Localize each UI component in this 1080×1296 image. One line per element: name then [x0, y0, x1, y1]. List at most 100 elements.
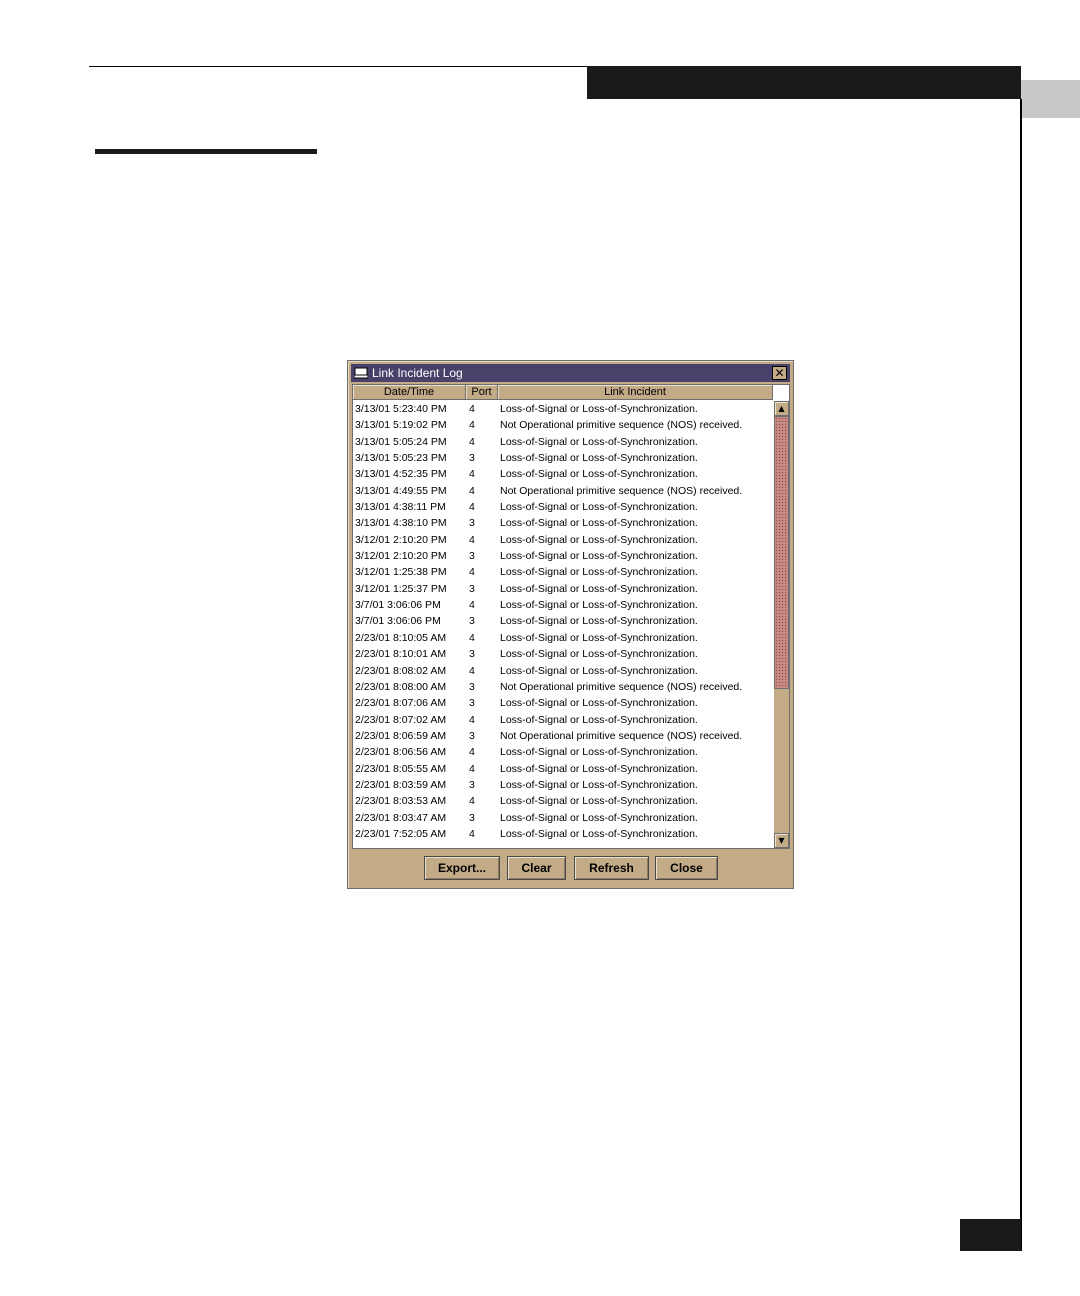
column-header-port[interactable]: Port [466, 385, 498, 400]
cell-port: 4 [469, 795, 475, 808]
export-button[interactable]: Export... [424, 856, 500, 880]
clear-button[interactable]: Clear [507, 856, 566, 880]
cell-port: 4 [469, 484, 475, 497]
table-row[interactable]: 3/13/01 5:23:40 PM 4 Loss-of-Signal or Los… [353, 401, 773, 417]
cell-incident: Loss-of-Signal or Loss-of-Synchronizatio… [500, 403, 698, 415]
cell-port: 3 [469, 517, 475, 530]
cell-incident: Loss-of-Signal or Loss-of-Synchronizatio… [500, 501, 698, 514]
cell-datetime: 3/13/01 4:38:10 PM [355, 517, 447, 530]
cell-incident: Loss-of-Signal or Loss-of-Synchronizatio… [500, 795, 698, 808]
table-row[interactable]: 2/23/01 8:08:02 AM 4 Loss-of-Signal or Los… [353, 663, 773, 679]
cell-incident: Loss-of-Signal or Loss-of-Synchronizatio… [500, 468, 698, 481]
refresh-button[interactable]: Refresh [574, 856, 649, 880]
table-row[interactable]: 2/23/01 7:52:05 AM 4 Loss-of-Signal or Los… [353, 826, 773, 842]
cell-incident: Loss-of-Signal or Loss-of-Synchronizatio… [500, 827, 698, 840]
cell-datetime: 2/23/01 8:05:55 AM [355, 762, 447, 775]
cell-port: 4 [469, 533, 475, 546]
cell-port: 4 [469, 664, 475, 677]
cell-incident: Loss-of-Signal or Loss-of-Synchronizatio… [500, 664, 698, 677]
header-bar [587, 66, 1021, 99]
cell-port: 3 [469, 550, 475, 563]
arrow-up-icon[interactable]: ▲ [774, 401, 789, 416]
button-bar: Export... Clear Refresh Close [348, 854, 793, 884]
cell-port: 3 [469, 582, 475, 595]
cell-port: 4 [469, 713, 475, 726]
header-corner [773, 385, 789, 400]
table-row[interactable]: 3/13/01 5:19:02 PM 4 Not Operational primi… [353, 417, 773, 433]
cell-datetime: 2/23/01 8:03:53 AM [355, 795, 447, 808]
cell-incident: Loss-of-Signal or Loss-of-Synchronizatio… [500, 746, 698, 759]
cell-datetime: 3/7/01 3:06:06 PM [355, 599, 441, 612]
table-row[interactable]: 3/13/01 5:05:24 PM 4 Loss-of-Signal or Los… [353, 434, 773, 450]
close-icon[interactable]: ✕ [772, 366, 787, 380]
column-header-datetime[interactable]: Date/Time [353, 385, 466, 400]
table-row[interactable]: 3/13/01 4:38:10 PM 3 Loss-of-Signal or Los… [353, 515, 773, 531]
cell-incident: Loss-of-Signal or Loss-of-Synchronizatio… [500, 713, 698, 726]
cell-incident: Loss-of-Signal or Loss-of-Synchronizatio… [500, 762, 698, 775]
cell-datetime: 2/23/01 8:08:02 AM [355, 664, 447, 677]
cell-datetime: 3/12/01 1:25:37 PM [355, 582, 447, 595]
table-row[interactable]: 3/13/01 5:05:23 PM 3 Loss-of-Signal or Los… [353, 450, 773, 466]
incident-table: Date/Time Port Link Incident 3/13/01 5:2… [352, 384, 790, 849]
title-bar[interactable]: Link Incident Log ✕ [351, 364, 790, 382]
table-row[interactable]: 2/23/01 8:06:59 AM 3 Not Operational primi… [353, 728, 773, 744]
vertical-scrollbar[interactable]: ▲ ▼ [774, 401, 789, 848]
table-row[interactable]: 2/23/01 8:03:53 AM 4 Loss-of-Signal or Los… [353, 793, 773, 809]
scroll-thumb[interactable] [774, 416, 789, 689]
table-row[interactable]: 3/12/01 2:10:20 PM 4 Loss-of-Signal or Los… [353, 532, 773, 548]
cell-incident: Not Operational primitive sequence (NOS)… [500, 729, 743, 742]
cell-port: 4 [469, 827, 475, 840]
table-row[interactable]: 3/12/01 1:25:37 PM 3 Loss-of-Signal or Los… [353, 581, 773, 597]
table-row[interactable]: 2/23/01 8:10:01 AM 3 Loss-of-Signal or Los… [353, 646, 773, 662]
table-row[interactable]: 2/23/01 8:03:47 AM 3 Loss-of-Signal or Los… [353, 810, 773, 826]
table-row[interactable]: 3/12/01 2:10:20 PM 3 Loss-of-Signal or Los… [353, 548, 773, 564]
table-row[interactable]: 2/23/01 8:10:05 AM 4 Loss-of-Signal or Los… [353, 630, 773, 646]
cell-incident: Loss-of-Signal or Loss-of-Synchronizatio… [500, 778, 698, 791]
arrow-down-icon[interactable]: ▼ [774, 833, 789, 848]
cell-datetime: 2/23/01 8:06:59 AM [355, 729, 447, 742]
cell-datetime: 3/12/01 1:25:38 PM [355, 566, 447, 579]
chapter-tab [1021, 80, 1080, 118]
cell-port: 3 [469, 648, 475, 661]
cell-incident: Loss-of-Signal or Loss-of-Synchronizatio… [500, 435, 698, 448]
table-row[interactable]: 3/12/01 1:25:38 PM 4 Loss-of-Signal or Los… [353, 564, 773, 580]
cell-port: 3 [469, 729, 475, 742]
cell-incident: Loss-of-Signal or Loss-of-Synchronizatio… [500, 582, 698, 595]
cell-datetime: 2/23/01 8:03:47 AM [355, 811, 447, 824]
cell-port: 3 [469, 452, 475, 465]
cell-incident: Loss-of-Signal or Loss-of-Synchronizatio… [500, 533, 698, 546]
table-row[interactable]: 2/23/01 8:07:02 AM 4 Loss-of-Signal or Los… [353, 712, 773, 728]
cell-port: 3 [469, 697, 475, 710]
cell-datetime: 2/23/01 8:06:56 AM [355, 746, 447, 759]
link-incident-log-dialog: Link Incident Log ✕ Date/Time Port Link … [347, 360, 794, 889]
cell-incident: Loss-of-Signal or Loss-of-Synchronizatio… [500, 550, 698, 563]
cell-port: 3 [469, 615, 475, 628]
cell-port: 4 [469, 501, 475, 514]
table-row[interactable]: 3/7/01 3:06:06 PM 3 Loss-of-Signal or Loss… [353, 613, 773, 629]
cell-datetime: 2/23/01 8:07:02 AM [355, 713, 447, 726]
cell-port: 3 [469, 680, 475, 693]
table-row[interactable]: 2/23/01 8:06:56 AM 4 Loss-of-Signal or Los… [353, 744, 773, 760]
table-row[interactable]: 3/13/01 4:49:55 PM 4 Not Operational primi… [353, 483, 773, 499]
cell-port: 4 [469, 403, 475, 415]
table-row[interactable]: 2/23/01 8:08:00 AM 3 Not Operational primi… [353, 679, 773, 695]
table-row[interactable]: 2/23/01 8:05:55 AM 4 Loss-of-Signal or Los… [353, 761, 773, 777]
cell-incident: Loss-of-Signal or Loss-of-Synchronizatio… [500, 615, 698, 628]
table-row[interactable]: 2/23/01 8:03:59 AM 3 Loss-of-Signal or Los… [353, 777, 773, 793]
table-row[interactable]: 2/23/01 8:07:06 AM 3 Loss-of-Signal or Los… [353, 695, 773, 711]
cell-datetime: 3/13/01 4:49:55 PM [355, 484, 447, 497]
cell-incident: Loss-of-Signal or Loss-of-Synchronizatio… [500, 566, 698, 579]
table-row[interactable]: 3/13/01 4:52:35 PM 4 Loss-of-Signal or Los… [353, 466, 773, 482]
cell-port: 4 [469, 762, 475, 775]
close-button[interactable]: Close [655, 856, 718, 880]
cell-datetime: 3/13/01 4:38:11 PM [355, 501, 446, 514]
cell-incident: Loss-of-Signal or Loss-of-Synchronizatio… [500, 697, 698, 710]
table-row[interactable]: 3/7/01 3:06:06 PM 4 Loss-of-Signal or Loss… [353, 597, 773, 613]
cell-datetime: 2/23/01 8:08:00 AM [355, 680, 447, 693]
cell-incident: Loss-of-Signal or Loss-of-Synchronizatio… [500, 599, 698, 612]
table-row[interactable]: 3/13/01 4:38:11 PM 4 Loss-of-Signal or Los… [353, 499, 773, 515]
cell-port: 4 [469, 435, 475, 448]
column-header-incident[interactable]: Link Incident [498, 385, 773, 400]
cell-datetime: 2/23/01 8:10:05 AM [355, 631, 447, 644]
cell-datetime: 3/12/01 2:10:20 PM [355, 533, 447, 546]
